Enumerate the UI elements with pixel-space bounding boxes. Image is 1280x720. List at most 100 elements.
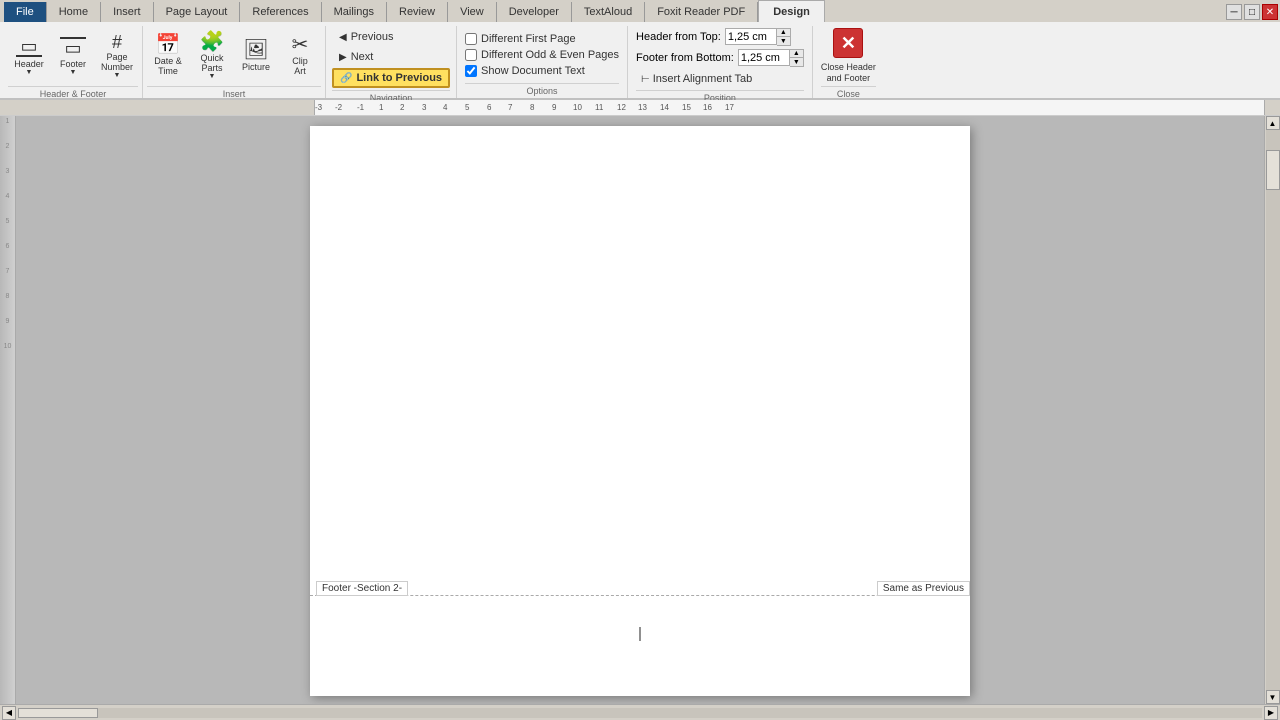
footer-from-bottom-row: Footer from Bottom: ▲ ▼ xyxy=(636,49,804,67)
ruler: -3 -2 -1 1 2 3 4 5 6 7 8 9 10 11 12 13 1… xyxy=(0,100,1280,116)
left-vertical-ruler: 12345678910 xyxy=(0,116,16,704)
footer-bottom-decrement[interactable]: ▼ xyxy=(790,58,804,67)
footer-arrow: ▼ xyxy=(70,69,77,76)
header-top-decrement[interactable]: ▼ xyxy=(777,37,791,46)
date-time-button[interactable]: 📅 Date &Time xyxy=(147,28,189,84)
close-header-footer-button[interactable]: ✕ Close Headerand Footer xyxy=(821,28,876,84)
horizontal-scroll-thumb[interactable] xyxy=(18,708,98,718)
group-label-options: Options xyxy=(465,83,619,98)
header-button[interactable]: ▭ Header ▼ xyxy=(8,28,50,84)
header-from-top-row: Header from Top: ▲ ▼ xyxy=(636,28,804,46)
main-area: 12345678910 Footer -Section 2- Same as P… xyxy=(0,116,1280,704)
header-arrow: ▼ xyxy=(26,69,33,76)
app-window: File Home Insert Page Layout References … xyxy=(0,0,1280,720)
ribbon-group-close: ✕ Close Headerand Footer Close xyxy=(813,26,884,98)
group-label-close: Close xyxy=(821,86,876,101)
next-button[interactable]: ▶ Next xyxy=(332,48,450,66)
tab-developer[interactable]: Developer xyxy=(497,2,572,22)
document-area: Footer -Section 2- Same as Previous xyxy=(16,116,1264,704)
picture-label: Picture xyxy=(242,62,270,72)
footer-bottom-increment[interactable]: ▲ xyxy=(790,49,804,58)
horizontal-scroll-track xyxy=(18,708,1262,718)
quick-parts-label: QuickParts xyxy=(200,54,223,74)
page-number-button[interactable]: # PageNumber ▼ xyxy=(96,28,138,84)
footer-from-bottom-label: Footer from Bottom: xyxy=(636,52,734,64)
document-page[interactable]: Footer -Section 2- Same as Previous xyxy=(310,126,970,696)
tab-insert[interactable]: Insert xyxy=(101,2,154,22)
insert-alignment-tab-button[interactable]: ⊢ Insert Alignment Tab xyxy=(636,70,804,88)
ribbon-group-header-footer: ▭ Header ▼ ▭ Footer ▼ # PageNumber ▼ Hea… xyxy=(4,26,143,98)
previous-icon: ◀ xyxy=(339,32,347,43)
date-time-icon: 📅 xyxy=(156,35,181,55)
previous-button[interactable]: ◀ Previous xyxy=(332,28,450,46)
close-header-footer-label: Close Headerand Footer xyxy=(821,62,876,84)
tab-view[interactable]: View xyxy=(448,2,497,22)
ruler-right-scrollbar-spacer xyxy=(1264,100,1280,115)
link-icon: 🔗 xyxy=(340,73,352,84)
tab-mailings[interactable]: Mailings xyxy=(322,2,387,22)
header-top-increment[interactable]: ▲ xyxy=(777,28,791,37)
footer-section-label: Footer -Section 2- xyxy=(316,581,408,596)
page-number-icon: # xyxy=(112,33,122,51)
clip-art-label: ClipArt xyxy=(292,57,308,77)
scroll-track xyxy=(1266,130,1280,690)
scroll-up-arrow[interactable]: ▲ xyxy=(1266,116,1280,130)
quick-parts-arrow: ▼ xyxy=(209,73,216,80)
different-first-page-checkbox[interactable]: Different First Page xyxy=(465,33,619,45)
tab-foxit[interactable]: Foxit Reader PDF xyxy=(645,2,758,22)
scroll-left-arrow[interactable]: ◀ xyxy=(2,706,16,720)
window-controls: ─ □ ✕ xyxy=(1224,2,1280,22)
tabs-row: File Home Insert Page Layout References … xyxy=(0,0,1280,22)
link-to-previous-label: Link to Previous xyxy=(356,72,442,84)
show-document-text-checkbox[interactable]: Show Document Text xyxy=(465,65,619,77)
different-odd-even-checkbox[interactable]: Different Odd & Even Pages xyxy=(465,49,619,61)
scroll-right-arrow[interactable]: ▶ xyxy=(1264,706,1278,720)
tab-design[interactable]: Design xyxy=(758,0,825,22)
footer-icon: ▭ xyxy=(60,37,86,57)
restore-btn[interactable]: □ xyxy=(1244,4,1260,20)
ribbon: ▭ Header ▼ ▭ Footer ▼ # PageNumber ▼ Hea… xyxy=(0,22,1280,100)
footer-cursor-area[interactable] xyxy=(640,625,641,641)
tab-review[interactable]: Review xyxy=(387,2,448,22)
page-number-arrow: ▼ xyxy=(114,72,121,79)
ribbon-group-navigation: ◀ Previous ▶ Next 🔗 Link to Previous Nav… xyxy=(326,26,457,98)
footer-button[interactable]: ▭ Footer ▼ xyxy=(52,28,94,84)
tab-textaloud[interactable]: TextAloud xyxy=(572,2,645,22)
footer-label: Footer xyxy=(60,59,86,69)
next-icon: ▶ xyxy=(339,52,347,63)
close-x-icon: ✕ xyxy=(833,28,863,58)
ruler-main: -3 -2 -1 1 2 3 4 5 6 7 8 9 10 11 12 13 1… xyxy=(315,100,1264,115)
same-as-previous-label: Same as Previous xyxy=(877,581,970,596)
text-cursor xyxy=(640,627,641,641)
clip-art-button[interactable]: ✂ ClipArt xyxy=(279,28,321,84)
header-from-top-input[interactable] xyxy=(725,28,777,45)
picture-icon: 🖼 xyxy=(243,40,268,60)
right-scrollbar: ▲ ▼ xyxy=(1264,116,1280,704)
tab-home[interactable]: Home xyxy=(47,2,101,22)
tab-references[interactable]: References xyxy=(240,2,321,22)
picture-button[interactable]: 🖼 Picture xyxy=(235,28,277,84)
header-from-top-label: Header from Top: xyxy=(636,31,721,43)
scroll-thumb[interactable] xyxy=(1266,150,1280,190)
link-to-previous-button[interactable]: 🔗 Link to Previous xyxy=(332,68,450,88)
clip-art-icon: ✂ xyxy=(292,35,309,55)
next-label: Next xyxy=(351,51,374,63)
group-label-header-footer: Header & Footer xyxy=(8,86,138,101)
tab-file[interactable]: File xyxy=(4,2,47,22)
ribbon-group-options: Different First Page Different Odd & Eve… xyxy=(457,26,628,98)
close-window-btn[interactable]: ✕ xyxy=(1262,4,1278,20)
page-number-label: PageNumber xyxy=(101,53,133,73)
scroll-down-arrow[interactable]: ▼ xyxy=(1266,690,1280,704)
ribbon-group-insert: 📅 Date &Time 🧩 QuickParts ▼ 🖼 Picture ✂ … xyxy=(143,26,326,98)
ribbon-group-position: Header from Top: ▲ ▼ Footer from Bottom: xyxy=(628,26,813,98)
footer-from-bottom-input[interactable] xyxy=(738,49,790,66)
quick-parts-button[interactable]: 🧩 QuickParts ▼ xyxy=(191,28,233,84)
quick-parts-icon: 🧩 xyxy=(200,32,225,52)
header-icon: ▭ xyxy=(16,37,42,57)
minimize-btn[interactable]: ─ xyxy=(1226,4,1242,20)
ruler-left-margin xyxy=(0,100,315,115)
date-time-label: Date &Time xyxy=(154,57,182,77)
tab-page-layout[interactable]: Page Layout xyxy=(154,2,241,22)
bottom-bar: ◀ ▶ xyxy=(0,704,1280,720)
header-label: Header xyxy=(14,59,44,69)
